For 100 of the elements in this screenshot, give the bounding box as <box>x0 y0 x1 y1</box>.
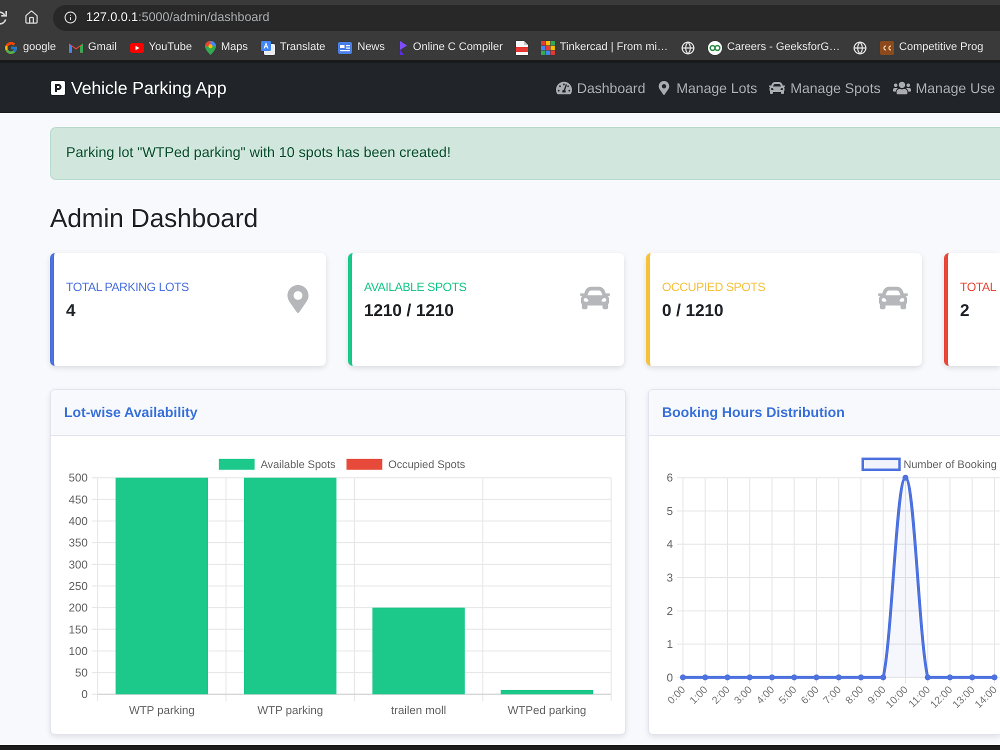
axis-label: 8:00 <box>844 684 866 707</box>
nav-link[interactable]: Manage Lots <box>657 78 758 98</box>
axis-label: WTP parking <box>128 705 195 718</box>
axis-label: 5:00 <box>777 684 800 707</box>
axis-label: 100 <box>68 646 88 658</box>
address-field[interactable]: 127.0.0.1:5000/admin/dashboard <box>53 4 1000 30</box>
axis-label: 3 <box>666 572 674 585</box>
page-title: Admin Dashboard <box>50 202 258 234</box>
axis-label: 200 <box>68 602 88 615</box>
grid-logo-icon <box>540 40 555 54</box>
axis-label: 500 <box>68 472 88 485</box>
legend-swatch-icon <box>218 458 255 470</box>
parking-icon <box>50 80 66 96</box>
nav-link[interactable]: Manage Use <box>892 78 995 98</box>
data-point <box>724 674 730 680</box>
info-icon[interactable] <box>64 11 77 24</box>
data-point <box>791 674 798 680</box>
legend-label: Available Spots <box>260 458 336 471</box>
alert-message: Parking lot "WTPed parking" with 10 spots has been created! <box>66 144 451 163</box>
axis-label: 3:00 <box>732 684 755 707</box>
axis-label: 7:00 <box>822 684 844 707</box>
axis-label: 1:00 <box>688 684 710 707</box>
bookmark-link[interactable]: YouTube <box>130 39 192 56</box>
bookmark-link[interactable]: Online C Compiler <box>398 39 503 56</box>
bookmark-link[interactable]: News <box>338 39 385 56</box>
axis-label: WTP parking <box>257 705 324 718</box>
legend-swatch-icon <box>862 458 901 472</box>
document-icon[interactable] <box>516 40 528 54</box>
axis-label: 0:00 <box>666 684 688 707</box>
axis-label: 250 <box>68 580 88 593</box>
nav-link[interactable]: Manage Spots <box>769 78 881 98</box>
data-point <box>858 674 864 680</box>
legend-swatch-icon <box>346 458 382 470</box>
card-title: Lot-wise Availability <box>64 403 198 422</box>
legend-label: Number of Booking <box>903 458 997 471</box>
axis-label: 2 <box>666 606 674 618</box>
axis-label: 450 <box>68 494 88 506</box>
stat-label: TOTAL PARKING LOTS <box>66 279 189 295</box>
brand-link[interactable]: Vehicle Parking App <box>50 74 227 102</box>
data-point <box>813 674 820 680</box>
data-point <box>991 674 998 680</box>
axis-label: 4 <box>666 539 674 552</box>
axis-label: 4:00 <box>754 684 778 707</box>
axis-label: 1 <box>666 639 674 652</box>
map-pin-icon <box>205 40 216 54</box>
bookmark-link[interactable]: google <box>4 39 56 56</box>
axis-label: 2:00 <box>710 684 733 707</box>
bookmark-link[interactable]: Competitive Prog <box>880 39 984 56</box>
axis-label: WTPed parking <box>508 705 586 718</box>
play-button-icon <box>130 42 144 52</box>
data-point <box>836 674 842 680</box>
nav-link[interactable]: Dashboard <box>556 78 646 98</box>
site-logo-icon <box>398 40 408 54</box>
globe-icon[interactable] <box>680 40 695 54</box>
bookmark-link[interactable]: Careers - GeeksforG… <box>708 39 840 56</box>
data-point <box>924 674 931 680</box>
data-point <box>946 674 953 680</box>
stat-label: OCCUPIED SPOTS <box>662 279 766 295</box>
axis-label: 150 <box>68 624 88 636</box>
car-icon <box>769 80 786 96</box>
data-point <box>969 674 976 680</box>
axis-label: 0 <box>666 672 674 684</box>
stat-label: AVAILABLE SPOTS <box>364 279 466 295</box>
axis-label: 5 <box>666 506 674 518</box>
m-logo-icon <box>69 42 84 53</box>
axis-label: 0 <box>81 689 88 702</box>
axis-label: trailen moll <box>391 705 446 718</box>
g-logo-icon <box>4 40 18 54</box>
map-pin-icon <box>657 81 672 95</box>
axis-label: 350 <box>68 538 88 550</box>
card-title: Booking Hours Distribution <box>662 403 845 422</box>
double-ring-logo-icon <box>708 40 722 54</box>
stat-value: 4 <box>66 300 76 322</box>
bookmark-link[interactable]: Translate <box>260 39 326 56</box>
home-icon[interactable] <box>24 10 39 25</box>
axis-label: 300 <box>68 559 88 572</box>
data-point <box>902 474 908 481</box>
stat-value: 0 / 1210 <box>662 300 724 322</box>
globe-icon[interactable] <box>853 40 868 54</box>
reload-icon[interactable] <box>0 10 7 24</box>
stat-label: TOTAL <box>960 279 996 295</box>
data-point <box>746 674 753 680</box>
stat-value: 2 <box>960 300 970 322</box>
data-point <box>702 674 708 680</box>
data-point <box>768 674 775 680</box>
bookmark-link[interactable]: Maps <box>205 39 248 56</box>
axis-label: 6 <box>666 472 674 485</box>
bookmark-link[interactable]: Tinkercad | From mi… <box>540 39 668 56</box>
site-logo-icon <box>880 40 894 54</box>
axis-label: 50 <box>75 668 88 680</box>
news-icon <box>338 42 352 54</box>
stat-value: 1210 / 1210 <box>364 300 454 322</box>
axis-label: 400 <box>68 516 88 528</box>
bookmark-link[interactable]: Gmail <box>69 39 117 56</box>
users-icon <box>892 79 911 97</box>
legend-label: Occupied Spots <box>388 458 466 471</box>
data-point <box>880 674 886 680</box>
data-point <box>680 674 686 680</box>
gauge-icon <box>556 80 572 96</box>
axis-label: 6:00 <box>799 684 822 707</box>
